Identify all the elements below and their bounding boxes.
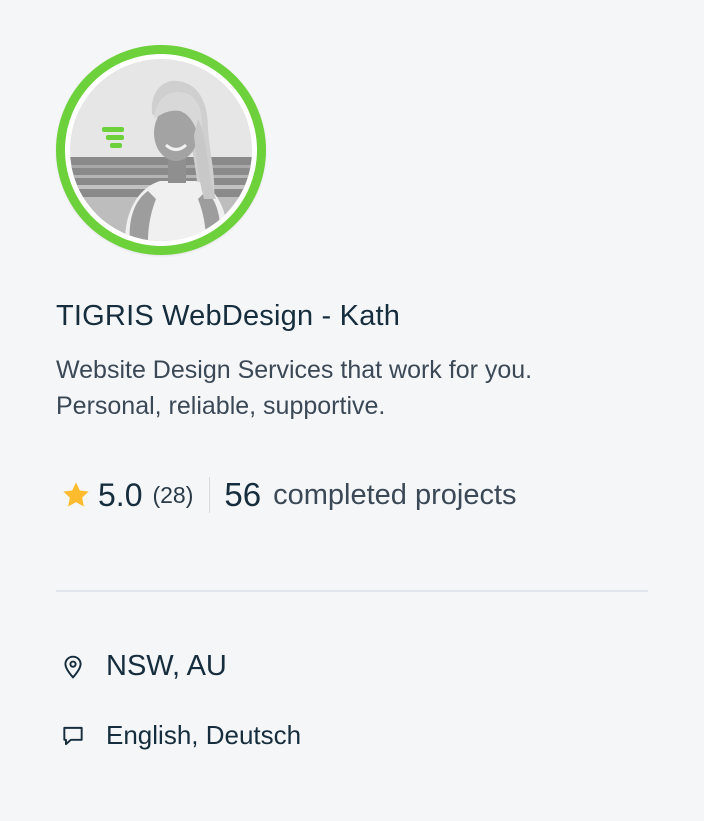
speech-bubble-icon — [60, 723, 86, 749]
location-pin-icon — [60, 654, 86, 680]
tagline-line-2: Personal, reliable, supportive. — [56, 392, 386, 420]
profile-stats: 5.0 (28) 56 completed projects — [60, 473, 517, 517]
profile-name[interactable]: TIGRIS WebDesign - Kath — [56, 300, 400, 333]
projects-label: completed projects — [273, 478, 517, 511]
star-icon — [60, 479, 92, 511]
rating-value: 5.0 — [98, 476, 143, 513]
location-text: NSW, AU — [106, 650, 227, 682]
review-count[interactable]: (28) — [152, 482, 193, 509]
languages-text: English, Deutsch — [106, 720, 302, 750]
avatar[interactable] — [56, 45, 266, 255]
languages-row: English, Deutsch — [60, 720, 301, 751]
stats-divider — [209, 477, 211, 513]
section-divider — [56, 590, 648, 592]
profile-tagline: Website Design Services that work for yo… — [56, 352, 656, 424]
projects-count: 56 — [224, 476, 262, 513]
avatar-photo — [70, 59, 252, 241]
tagline-line-1: Website Design Services that work for yo… — [56, 356, 533, 384]
location-row: NSW, AU — [60, 650, 227, 683]
profile-card: TIGRIS WebDesign - Kath Website Design S… — [0, 0, 704, 821]
avatar-ring-inner — [65, 54, 257, 246]
